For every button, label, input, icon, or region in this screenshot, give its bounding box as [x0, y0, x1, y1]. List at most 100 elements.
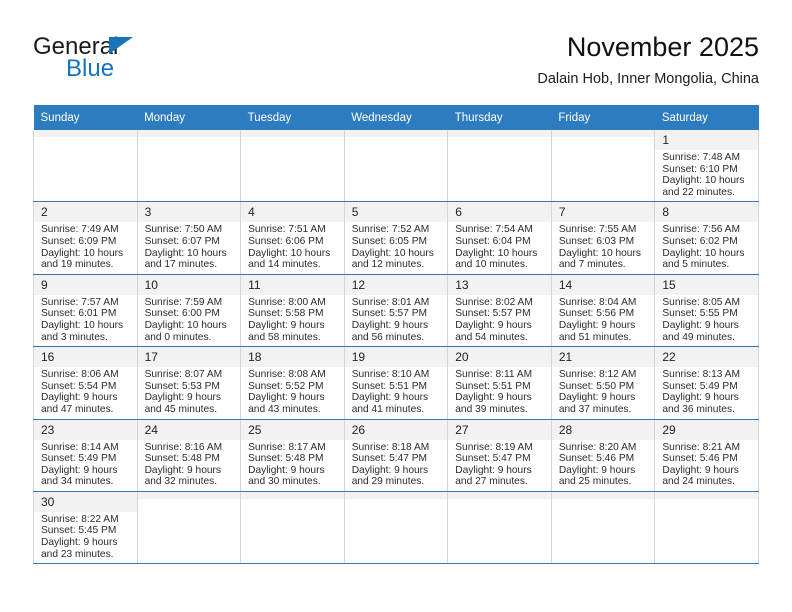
calendar-day-cell[interactable]: 11 Sunrise: 8:00 AM Sunset: 5:58 PM Dayligh…	[240, 274, 345, 348]
calendar-cell-empty	[447, 130, 552, 203]
calendar-day-cell[interactable]: 2 Sunrise: 7:49 AM Sunset: 6:09 PM Daylight…	[33, 201, 138, 275]
calendar-day-cell[interactable]: 10 Sunrise: 7:59 AM Sunset: 6:00 PM Dayligh…	[136, 274, 242, 348]
calendar-day-cell[interactable]: 12 Sunrise: 8:01 AM Sunset: 5:57 PM Dayligh…	[343, 274, 449, 348]
sunset-time: Sunset: 5:51 PM	[351, 380, 428, 392]
day-sun-info: Sunrise: 8:14 AM Sunset: 5:49 PM Daylight:…	[34, 440, 137, 491]
sunrise-time: Sunrise: 8:07 AM	[144, 369, 223, 381]
calendar-day-cell[interactable]: 1 Sunrise: 7:48 AM Sunset: 6:10 PM Daylight…	[654, 130, 759, 203]
sunrise-time: Sunrise: 7:57 AM	[41, 296, 119, 308]
day-sun-info: Sunrise: 8:00 AM Sunset: 5:58 PM Daylight:…	[241, 295, 344, 346]
calendar-day-cell[interactable]: 15 Sunrise: 8:05 AM Sunset: 5:55 PM Dayligh…	[654, 274, 759, 348]
calendar-day-cell[interactable]: 18 Sunrise: 8:08 AM Sunset: 5:52 PM Dayligh…	[240, 346, 345, 420]
day-sun-info: Sunrise: 8:22 AM Sunset: 5:45 PM Daylight:…	[34, 512, 137, 563]
day-number: 1	[655, 130, 758, 150]
daylight-duration: Daylight: 9 hours and 24 minutes.	[662, 464, 739, 488]
day-sun-info: Sunrise: 8:01 AM Sunset: 5:57 PM Daylight:…	[345, 295, 448, 346]
day-number: 11	[241, 274, 344, 295]
calendar-day-cell[interactable]: 13 Sunrise: 8:02 AM Sunset: 5:57 PM Dayligh…	[447, 274, 552, 348]
calendar-header-row: Sunday Monday Tuesday Wednesday Thursday…	[33, 105, 759, 130]
sunrise-time: Sunrise: 8:17 AM	[248, 441, 326, 453]
sunset-time: Sunset: 5:53 PM	[144, 380, 220, 392]
calendar-day-cell[interactable]: 28 Sunrise: 8:20 AM Sunset: 5:46 PM Dayligh…	[550, 419, 656, 492]
calendar-page: General Blue November 2025 Dalain Hob, I…	[0, 0, 792, 612]
calendar-day-cell[interactable]: 26 Sunrise: 8:18 AM Sunset: 5:47 PM Dayligh…	[343, 419, 449, 492]
day-number	[344, 130, 448, 137]
calendar-day-cell[interactable]: 20 Sunrise: 8:11 AM Sunset: 5:51 PM Dayligh…	[447, 346, 552, 420]
day-sun-info: Sunrise: 8:17 AM Sunset: 5:48 PM Daylight:…	[241, 440, 344, 491]
calendar-day-cell[interactable]: 30 Sunrise: 8:22 AM Sunset: 5:45 PM Dayligh…	[33, 491, 138, 565]
day-number	[344, 491, 448, 499]
daylight-duration: Daylight: 10 hours and 5 minutes.	[662, 247, 745, 271]
day-sun-info: Sunrise: 7:52 AM Sunset: 6:05 PM Daylight:…	[345, 222, 448, 273]
day-number	[551, 491, 655, 499]
daylight-duration: Daylight: 9 hours and 37 minutes.	[558, 392, 636, 415]
title-block: November 2025 Dalain Hob, Inner Mongolia…	[537, 30, 759, 90]
blue-triangle-flag-icon	[109, 37, 133, 54]
daylight-duration: Daylight: 10 hours and 3 minutes.	[41, 319, 124, 343]
daylight-duration: Daylight: 10 hours and 17 minutes.	[144, 247, 227, 271]
day-number	[137, 130, 241, 137]
calendar-day-cell[interactable]: 16 Sunrise: 8:06 AM Sunset: 5:54 PM Dayligh…	[33, 346, 138, 420]
sunrise-time: Sunrise: 7:59 AM	[144, 296, 223, 308]
calendar-cell-empty	[33, 130, 138, 203]
calendar-day-cell[interactable]: 5 Sunrise: 7:52 AM Sunset: 6:05 PM Daylight…	[343, 201, 449, 275]
daylight-duration: Daylight: 10 hours and 19 minutes.	[41, 247, 124, 271]
calendar-week-row: 2 Sunrise: 7:49 AM Sunset: 6:09 PM Daylight…	[33, 201, 759, 275]
daylight-duration: Daylight: 9 hours and 30 minutes.	[248, 464, 325, 488]
calendar-day-cell[interactable]: 3 Sunrise: 7:50 AM Sunset: 6:07 PM Daylight…	[136, 201, 242, 275]
day-number: 26	[344, 419, 448, 440]
calendar-day-cell[interactable]: 9 Sunrise: 7:57 AM Sunset: 6:01 PM Daylight…	[33, 274, 138, 348]
sunrise-time: Sunrise: 8:00 AM	[248, 296, 326, 308]
sunset-time: Sunset: 5:49 PM	[41, 453, 117, 465]
sunset-time: Sunset: 6:03 PM	[558, 235, 635, 247]
calendar-cell-empty	[343, 491, 449, 565]
sunset-time: Sunset: 5:46 PM	[662, 453, 738, 465]
calendar-day-cell[interactable]: 23 Sunrise: 8:14 AM Sunset: 5:49 PM Dayligh…	[33, 419, 138, 492]
day-number	[551, 130, 655, 137]
sunset-time: Sunset: 6:01 PM	[41, 308, 117, 320]
daylight-duration: Daylight: 10 hours and 22 minutes.	[662, 175, 745, 198]
calendar-day-cell[interactable]: 27 Sunrise: 8:19 AM Sunset: 5:47 PM Dayligh…	[447, 419, 552, 492]
day-number: 28	[551, 419, 655, 440]
calendar-day-cell[interactable]: 25 Sunrise: 8:17 AM Sunset: 5:48 PM Dayligh…	[240, 419, 345, 492]
sunrise-time: Sunrise: 7:56 AM	[662, 224, 740, 236]
calendar-cell-empty	[240, 130, 345, 203]
day-number: 21	[551, 347, 655, 368]
calendar-day-cell[interactable]: 19 Sunrise: 8:10 AM Sunset: 5:51 PM Dayligh…	[343, 346, 449, 420]
calendar-day-cell[interactable]: 22 Sunrise: 8:13 AM Sunset: 5:49 PM Dayligh…	[654, 346, 759, 420]
sunrise-time: Sunrise: 8:06 AM	[41, 369, 119, 381]
day-sun-info: Sunrise: 8:08 AM Sunset: 5:52 PM Daylight:…	[241, 367, 344, 418]
calendar-day-cell[interactable]: 29 Sunrise: 8:21 AM Sunset: 5:46 PM Dayligh…	[654, 419, 759, 492]
daylight-duration: Daylight: 9 hours and 25 minutes.	[558, 464, 636, 488]
sunrise-time: Sunrise: 7:49 AM	[41, 224, 119, 236]
sunrise-time: Sunrise: 7:48 AM	[662, 152, 740, 163]
day-number: 5	[344, 202, 448, 223]
day-sun-info: Sunrise: 8:11 AM Sunset: 5:51 PM Daylight:…	[448, 367, 551, 418]
sunrise-time: Sunrise: 8:10 AM	[351, 369, 430, 381]
sunrise-time: Sunrise: 8:11 AM	[455, 369, 533, 381]
sunrise-time: Sunrise: 8:08 AM	[248, 369, 326, 381]
sunset-time: Sunset: 6:10 PM	[662, 163, 738, 175]
day-number: 30	[34, 491, 137, 512]
sunrise-time: Sunrise: 7:50 AM	[144, 224, 223, 236]
day-number	[448, 130, 551, 137]
calendar-day-cell[interactable]: 14 Sunrise: 8:04 AM Sunset: 5:56 PM Dayligh…	[550, 274, 656, 348]
day-sun-info: Sunrise: 7:59 AM Sunset: 6:00 PM Daylight:…	[138, 295, 241, 346]
calendar-day-cell[interactable]: 7 Sunrise: 7:55 AM Sunset: 6:03 PM Daylight…	[550, 201, 656, 275]
calendar-day-cell[interactable]: 24 Sunrise: 8:16 AM Sunset: 5:48 PM Dayligh…	[136, 419, 242, 492]
day-sun-info: Sunrise: 8:12 AM Sunset: 5:50 PM Daylight:…	[552, 367, 655, 418]
calendar-day-cell[interactable]: 21 Sunrise: 8:12 AM Sunset: 5:50 PM Dayligh…	[550, 346, 656, 420]
brand-name-blue: Blue	[66, 55, 115, 82]
day-sun-info: Sunrise: 7:57 AM Sunset: 6:01 PM Daylight:…	[34, 295, 137, 346]
calendar-day-cell[interactable]: 4 Sunrise: 7:51 AM Sunset: 6:06 PM Daylight…	[240, 201, 345, 275]
calendar-day-cell[interactable]: 6 Sunrise: 7:54 AM Sunset: 6:04 PM Daylight…	[447, 201, 552, 275]
sunset-time: Sunset: 6:06 PM	[248, 235, 324, 247]
daylight-duration: Daylight: 9 hours and 51 minutes.	[558, 319, 636, 343]
day-sun-info: Sunrise: 7:55 AM Sunset: 6:03 PM Daylight:…	[552, 222, 655, 273]
calendar-day-cell[interactable]: 8 Sunrise: 7:56 AM Sunset: 6:02 PM Daylight…	[654, 201, 759, 275]
generalblue-logo[interactable]: General Blue	[33, 33, 233, 93]
calendar-day-cell[interactable]: 17 Sunrise: 8:07 AM Sunset: 5:53 PM Dayligh…	[136, 346, 242, 420]
day-sun-info: Sunrise: 8:19 AM Sunset: 5:47 PM Daylight:…	[448, 440, 551, 491]
sunrise-time: Sunrise: 8:14 AM	[41, 441, 119, 453]
daylight-duration: Daylight: 9 hours and 56 minutes.	[351, 319, 429, 343]
